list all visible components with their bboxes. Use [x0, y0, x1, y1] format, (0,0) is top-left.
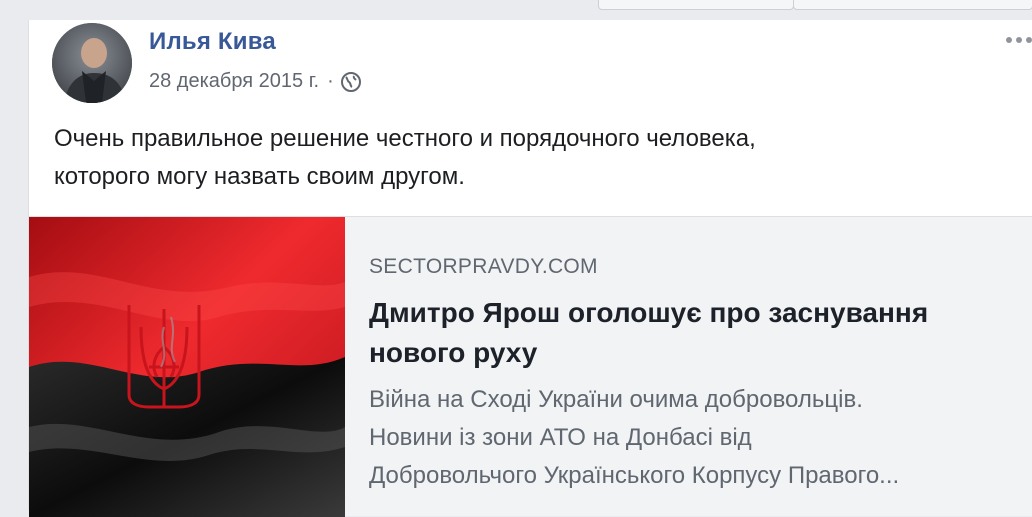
preview-desc-line: Новини із зони АТО на Донбасі від: [369, 424, 752, 451]
preview-description: Війна на Сході України очима добровольці…: [369, 381, 1029, 495]
globe-icon[interactable]: [340, 71, 362, 93]
post-text-line: Очень правильное решение честного и поря…: [54, 125, 756, 152]
top-bar-fragment: [0, 0, 1032, 12]
post-text: Очень правильное решение честного и поря…: [54, 120, 1014, 196]
top-tab-left[interactable]: [598, 0, 794, 10]
post-meta: 28 декабря 2015 г. ·: [149, 70, 362, 93]
top-tab-right[interactable]: [793, 0, 1032, 10]
left-margin: [0, 20, 28, 498]
author-name[interactable]: Илья Кива: [149, 28, 276, 56]
avatar[interactable]: [52, 23, 132, 103]
post-card: Илья Кива 28 декабря 2015 г. · Очень пра…: [28, 20, 1032, 517]
preview-desc-line: Війна на Сході України очима добровольці…: [369, 386, 863, 413]
post-date[interactable]: 28 декабря 2015 г.: [149, 70, 319, 93]
preview-title-line: Дмитро Ярош оголошує про заснування: [369, 297, 929, 328]
link-preview[interactable]: SECTORPRAVDY.COM Дмитро Ярош оголошує пр…: [29, 216, 1032, 517]
preview-title[interactable]: Дмитро Ярош оголошує про заснування ново…: [369, 293, 1029, 373]
meta-separator: ·: [327, 70, 334, 92]
preview-title-line: нового руху: [369, 337, 538, 368]
preview-domain: SECTORPRAVDY.COM: [369, 255, 598, 278]
preview-desc-line: Добровольчого Українського Корпусу Право…: [369, 462, 900, 489]
preview-body: SECTORPRAVDY.COM Дмитро Ярош оголошує пр…: [369, 255, 1029, 495]
post-text-line: которого могу назвать своим другом.: [54, 163, 465, 190]
more-options-icon[interactable]: [1004, 32, 1032, 43]
preview-image[interactable]: [29, 217, 345, 517]
